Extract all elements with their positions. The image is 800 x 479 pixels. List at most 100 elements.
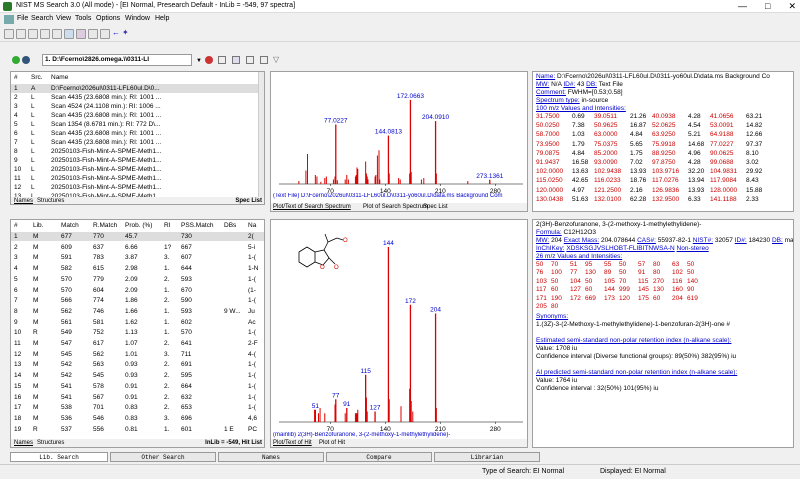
col-src[interactable]: Src. [31,74,43,81]
open-icon[interactable] [4,29,14,39]
arrow-icon[interactable]: ✦ [122,28,132,38]
compare-icon[interactable] [246,56,254,64]
spec-list-row[interactable]: 10 L 20250103-Fish-Mint-A-SPME-Meth1... [11,165,259,174]
hit-list-row[interactable]: 19 R 537 556 0.81 1. 601 1 E PC [11,425,264,434]
save-icon[interactable] [16,29,26,39]
go-icon[interactable] [12,56,20,64]
app-menu-icon[interactable] [4,15,14,24]
tab-other-search[interactable]: Other Search [110,452,216,462]
spec-list-row[interactable]: 3 L Scan 4524 (24.1108 min.): RI: 1006 ... [11,102,259,111]
print-preview-icon[interactable] [40,29,50,39]
spec-list-row[interactable]: 8 L 20250103-Fish-Mint-A-SPME-Meth1... [11,147,259,156]
structure-icon[interactable] [76,29,86,39]
ri-estimated-label[interactable]: Estimated semi-standard non-polar retent… [536,337,731,344]
menu-help[interactable]: Help [155,15,169,22]
spec-list-row[interactable]: 11 L 20250103-Fish-Mint-A-SPME-Meth1... [11,174,259,183]
hit-list-row[interactable]: 9 M 561 581 1.62 1. 602 Ac [11,318,264,327]
hit-list-row[interactable]: 2 M 609 637 6.66 1? 667 5-i [11,243,264,252]
hit-list-row[interactable]: 10 R 549 752 1.13 1. 570 1-( [11,328,264,337]
tab-names[interactable]: Names [14,198,33,204]
zoom-icon[interactable] [218,56,226,64]
spec-list-row[interactable]: 7 L Scan 4435 (23.6808 min.): RI: 1001 ... [11,138,259,147]
hit-list-row[interactable]: 12 M 545 562 1.01 3. 711 4-( [11,350,264,359]
col-name[interactable]: Name [51,74,68,81]
ri-ai-label[interactable]: AI predicted semi-standard non-polar ret… [536,369,737,376]
hit-list-row[interactable]: 5 M 570 779 2.09 2. 593 1-( [11,275,264,284]
maximize-button[interactable]: □ [765,1,770,12]
hit-list-row[interactable]: 16 M 541 567 0.91 2. 632 1-( [11,393,264,402]
chevron-down-icon[interactable]: ▼ [196,58,202,64]
col-ri[interactable]: RI [164,222,171,229]
menu-view[interactable]: View [56,15,71,22]
scrollbar[interactable] [258,72,264,197]
grid-icon[interactable] [88,29,98,39]
spec-list-row[interactable]: 1 A D:\Fcerno\2026ul\0311-LFL60ul.D\0... [11,84,259,93]
spectrum-select[interactable]: 1. D:\Fcerno\2826.omega.\\0311-LI [42,54,192,66]
tab-librarian[interactable]: Librarian [434,452,540,462]
target-icon[interactable] [232,56,240,64]
tab-compare[interactable]: Compare [326,452,432,462]
hit-list-row[interactable]: 17 M 538 701 0.83 2. 653 1-( [11,403,264,412]
arrow-left-icon[interactable]: ← [112,28,122,38]
spec-list-row[interactable]: 4 L Scan 4435 (23.6808 min.): RI: 1001 ... [11,111,259,120]
tab-structures[interactable]: Structures [37,440,64,446]
menu-options[interactable]: Options [96,15,120,22]
mz-icon[interactable] [100,29,110,39]
hit-list-row[interactable]: 15 M 541 578 0.91 2. 664 1-( [11,382,264,391]
spec-list-row[interactable]: 5 L Scan 1354 (8.6781 min.): RI: 772 D\... [11,120,259,129]
close-button[interactable]: ✕ [788,1,796,12]
col-name[interactable]: Na [248,222,256,229]
hit-list-row[interactable]: 18 M 536 546 0.83 3. 696 4,6 [11,414,264,423]
tab-names[interactable]: Names [14,440,33,446]
hit-list-row[interactable]: 8 M 562 746 1.66 1. 593 9 W... Ju [11,307,264,316]
hit-list-row[interactable]: 13 M 542 563 0.93 2. 691 1-( [11,360,264,369]
col-pss[interactable]: PSS.Match [181,222,214,229]
stop-icon[interactable] [205,56,213,64]
copy-icon[interactable] [52,29,62,39]
inchikey-link[interactable]: XDSKSGJVSLHOBT-FLIBITNWSA-N [566,245,674,252]
svg-text:O: O [334,265,339,271]
col-rmatch[interactable]: R.Match [93,222,117,229]
filter-icon[interactable]: ▽ [273,55,279,64]
menu-file[interactable]: File [17,15,28,22]
tab-lib-search[interactable]: Lib. Search [10,452,108,462]
sort-icon[interactable] [260,56,268,64]
menu-search[interactable]: Search [31,15,53,22]
print-icon[interactable] [28,29,38,39]
hit-list-cell: 2.09 [125,286,138,294]
spec-list-row[interactable]: 9 L 20250103-Fish-Mint-A-SPME-Meth1... [11,156,259,165]
tab-plot-search[interactable]: Plot of Search Spectrum [363,204,428,210]
col-lib[interactable]: Lib. [33,222,43,229]
tab-structures[interactable]: Structures [37,198,64,204]
library-icon[interactable] [64,29,74,39]
hit-list-row[interactable]: 7 M 566 774 1.86 2. 590 1-( [11,296,264,305]
tab-spec-list[interactable]: Spec List [423,204,448,210]
hit-list-cell: 567 [93,393,104,401]
non-stereo-link[interactable]: Non-stereo [677,245,709,252]
tab-names[interactable]: Names [218,452,324,462]
hit-list-row[interactable]: 4 M 582 615 2.98 1. 644 1-N [11,264,264,273]
hit-list-row[interactable]: 3 M 591 783 3.87 3. 607 1-( [11,253,264,262]
menu-window[interactable]: Window [125,15,150,22]
tab-plot-text-search[interactable]: Plot/Text of Search Spectrum [273,204,351,210]
hit-list-cell: 7 [14,297,18,305]
hit-list-row[interactable]: 14 M 542 545 0.93 2. 595 1-( [11,371,264,380]
minimize-button[interactable]: — [738,1,747,12]
hit-list-row[interactable]: 6 M 570 604 2.09 1. 670 (1- [11,286,264,295]
col-match[interactable]: Match [61,222,79,229]
hit-list-row[interactable]: 1 M 677 770 45.7 730 2( [11,232,264,241]
col-num[interactable]: # [14,74,18,81]
tab-plot-text-hit[interactable]: Plot/Text of Hit [273,440,312,446]
col-prob[interactable]: Prob. (%) [125,222,152,229]
mz-intensity-cell: 120 [619,294,630,302]
col-num[interactable]: # [14,222,18,229]
spec-list-row[interactable]: 2 L Scan 4435 (23.6808 min.): RI: 1001 ... [11,93,259,102]
hit-list-row[interactable]: 11 M 547 617 1.07 2. 641 2-F [11,339,264,348]
spec-list-row[interactable]: 12 L 20250103-Fish-Mint-A-SPME-Meth1... [11,183,259,192]
tab-plot-hit[interactable]: Plot of Hit [319,440,345,446]
col-dbs[interactable]: DBs [224,222,236,229]
search-icon[interactable] [22,56,30,64]
spec-list-row[interactable]: 6 L Scan 4435 (23.6808 min.): RI: 1001 ... [11,129,259,138]
menu-tools[interactable]: Tools [75,15,91,22]
mz-intensity-cell: 3.02 [746,159,759,166]
